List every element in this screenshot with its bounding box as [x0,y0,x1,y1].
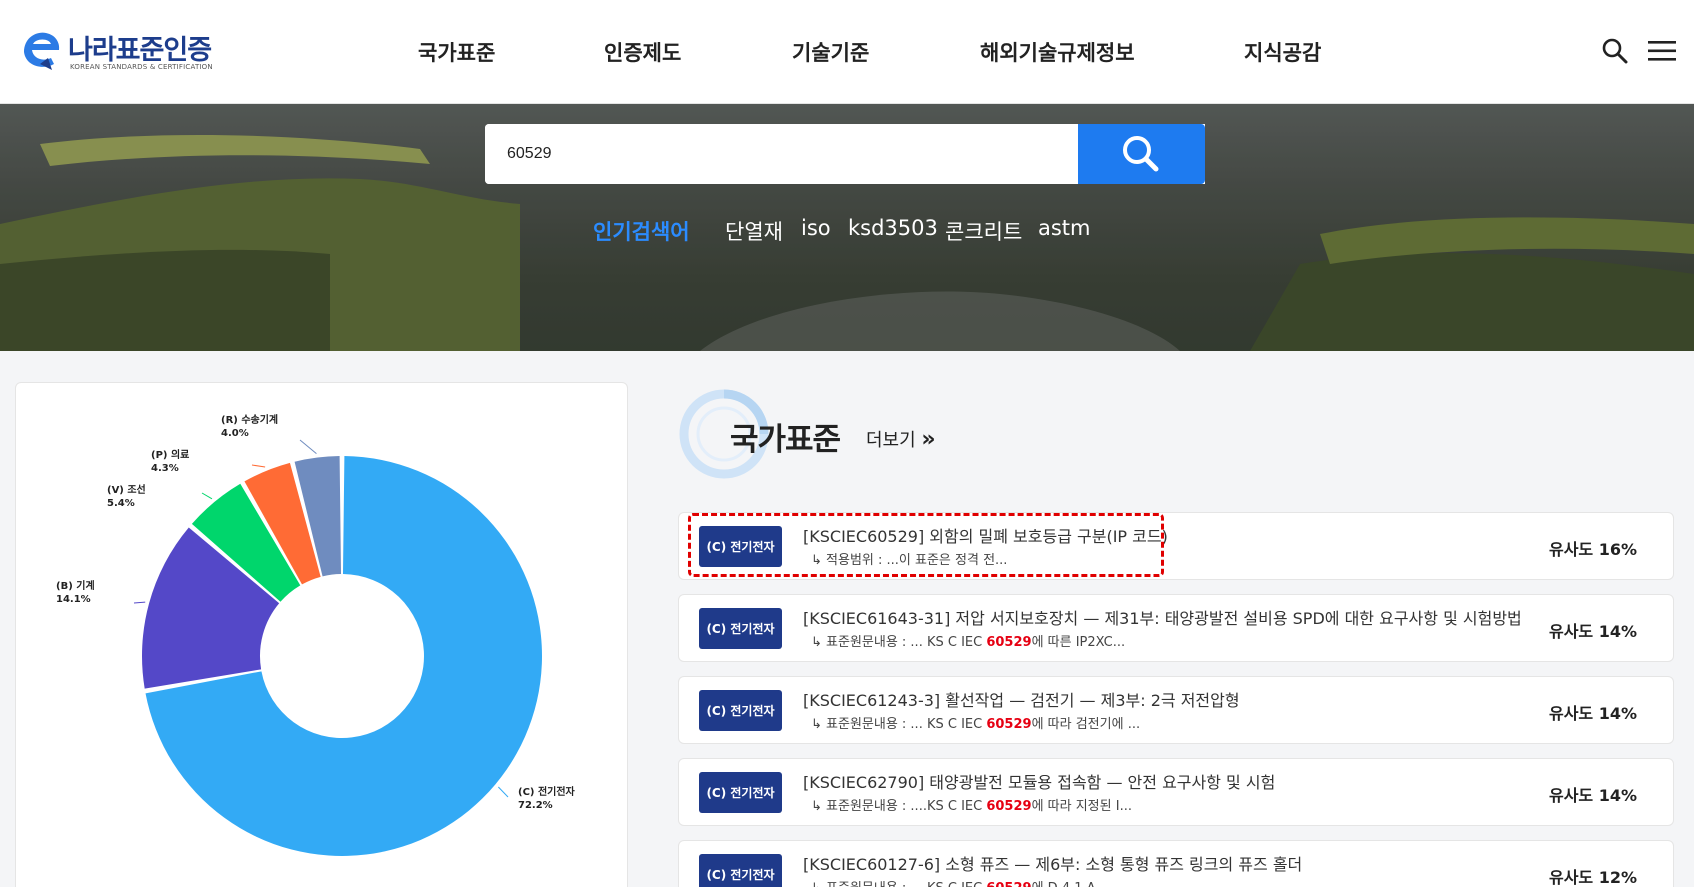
result-title[interactable]: [KSCIEC61643-31] 저압 서지보호장치 — 제31부: 태양광발전… [803,605,1522,629]
chart-leader-line [201,492,213,500]
chart-leader-line [133,601,146,604]
category-badge: (C) 전기전자 [699,526,782,567]
nav-item-knowledge[interactable]: 지식공감 [1244,37,1321,67]
result-snippet-prefix: ↳ 표준원문내용 : ... KS C IEC [811,635,987,650]
result-title[interactable]: [KSCIEC62790] 태양광발전 모듈용 접속함 — 안전 요구사항 및 … [803,769,1275,793]
chart-slice-value: 72.2% [518,800,553,811]
chart-leader-line [498,786,509,798]
result-snippet-highlight: 60529 [986,717,1032,732]
popular-keywords-label: 인기검색어 [593,220,690,244]
more-link[interactable]: 더보기 » [866,426,936,452]
nav-item-national-standards[interactable]: 국가표준 [418,37,495,67]
result-snippet-suffix: 에 따라 검전기에 ... [1031,717,1141,732]
result-snippet-prefix: ↳ 표준원문내용 : ....KS C IEC [811,799,987,814]
double-chevron-right-icon: » [921,427,936,452]
site-header: 나라표준인증 KOREAN STANDARDS & CERTIFICATION … [0,0,1694,104]
result-snippet-suffix: 에 따라 지정된 I... [1031,799,1132,814]
result-title[interactable]: [KSCIEC60127-6] 소형 퓨즈 — 제6부: 소형 통형 퓨즈 링크… [803,851,1302,875]
search-button-icon [1123,136,1159,172]
chart-slice-label: (P) 의료 [151,448,189,461]
main-nav: 국가표준 인증제도 기술기준 해외기술규제정보 지식공감 [0,0,1694,104]
popular-keyword[interactable]: iso [801,216,831,240]
chart-slice-value: 4.0% [221,428,249,439]
result-card[interactable]: (C) 전기전자 [KSCIEC61243-3] 활선작업 — 검전기 — 제3부… [678,676,1674,744]
category-badge: (C) 전기전자 [699,772,782,813]
result-snippet: ↳ 표준원문내용 : ....KS C IEC 60529에 따라 지정된 I.… [811,795,1132,814]
chart-slice-label: (V) 조선 [107,483,146,496]
more-link-label: 더보기 [866,430,916,451]
chart-leader-line [251,464,266,468]
result-snippet-suffix: 에 따른 IP2XC... [1031,635,1126,650]
result-snippet: ↳ 표준원문내용 : ... KS C IEC 60529에 따른 IP2XC.… [811,631,1125,650]
result-snippet-prefix: ↳ 표준원문내용 : ... KS C IEC [811,717,987,732]
chart-slice-value: 14.1% [56,594,91,605]
result-title[interactable]: [KSCIEC61243-3] 활선작업 — 검전기 — 제3부: 2극 저전압… [803,687,1240,711]
section-title: 국가표준 [730,422,841,458]
category-badge: (C) 전기전자 [699,690,782,731]
result-snippet-highlight: 60529 [986,635,1032,650]
popular-keyword[interactable]: 단열재 [725,216,783,246]
category-chart-panel: (C) 전기전자 72.2% (B) 기계 14.1% (V) 조선 5.4% (P) 의료… [15,382,628,887]
result-snippet: ↳ 적용범위 : ...이 표준은 정격 전... [811,549,1007,568]
result-snippet-prefix: ↳ 적용범위 : ...이 표준은 정격 전... [811,553,1008,568]
similarity-score: 유사도 14% [1548,622,1637,641]
nav-item-technical-standards[interactable]: 기술기준 [792,37,869,67]
chart-slice-label: (R) 수송기계 [221,413,278,426]
popular-keyword[interactable]: ksd3503 [848,216,938,240]
result-card[interactable]: (C) 전기전자 [KSCIEC60127-6] 소형 퓨즈 — 제6부: 소형 … [678,840,1674,887]
result-title[interactable]: [KSCIEC60529] 외함의 밀폐 보호등급 구분(IP 코드) [803,523,1168,547]
chart-slice-value: 4.3% [151,463,179,474]
result-snippet: ↳ 표준원문내용 : ... KS C IEC 60529에 따라 검전기에 .… [811,713,1140,732]
result-card[interactable]: (C) 전기전자 [KSCIEC60529] 외함의 밀폐 보호등급 구분(IP … [678,512,1674,580]
search-hero: 인기검색어 단열재 iso ksd3503 콘크리트 astm [0,104,1694,351]
search-button[interactable] [1078,124,1205,184]
chart-slice-value: 5.4% [107,498,135,509]
similarity-score: 유사도 14% [1548,704,1637,723]
search-input[interactable] [485,124,1079,184]
chart-slice-label: (C) 전기전자 [518,785,576,798]
chart-slice-label: (B) 기계 [56,579,95,592]
search-icon[interactable] [1602,38,1628,64]
result-snippet: ↳ 표준원문내용 : ... KS C IEC 60529에 D.4.1 A [811,877,1096,887]
nav-item-overseas-regulations[interactable]: 해외기술규제정보 [980,37,1135,67]
chart-leader-line [299,439,317,454]
popular-keyword[interactable]: 콘크리트 [945,216,1022,246]
results-section-header: 국가표준 더보기 » [678,388,978,480]
result-snippet-highlight: 60529 [986,881,1031,887]
category-donut-chart: (C) 전기전자 72.2% (B) 기계 14.1% (V) 조선 5.4% (P) 의료… [56,413,576,856]
popular-keyword[interactable]: astm [1038,216,1091,240]
similarity-score: 유사도 12% [1548,868,1637,887]
category-badge: (C) 전기전자 [699,608,782,649]
similarity-score: 유사도 14% [1548,786,1637,805]
result-snippet-prefix: ↳ 표준원문내용 : ... KS C IEC [811,881,986,887]
menu-icon[interactable] [1648,40,1676,62]
nav-item-certification[interactable]: 인증제도 [604,37,681,67]
result-card[interactable]: (C) 전기전자 [KSCIEC62790] 태양광발전 모듈용 접속함 — 안전… [678,758,1674,826]
result-card[interactable]: (C) 전기전자 [KSCIEC61643-31] 저압 서지보호장치 — 제31… [678,594,1674,662]
category-badge: (C) 전기전자 [699,854,782,887]
result-snippet-suffix: 에 D.4.1 A [1032,881,1096,887]
similarity-score: 유사도 16% [1548,540,1637,559]
result-snippet-highlight: 60529 [986,799,1032,814]
